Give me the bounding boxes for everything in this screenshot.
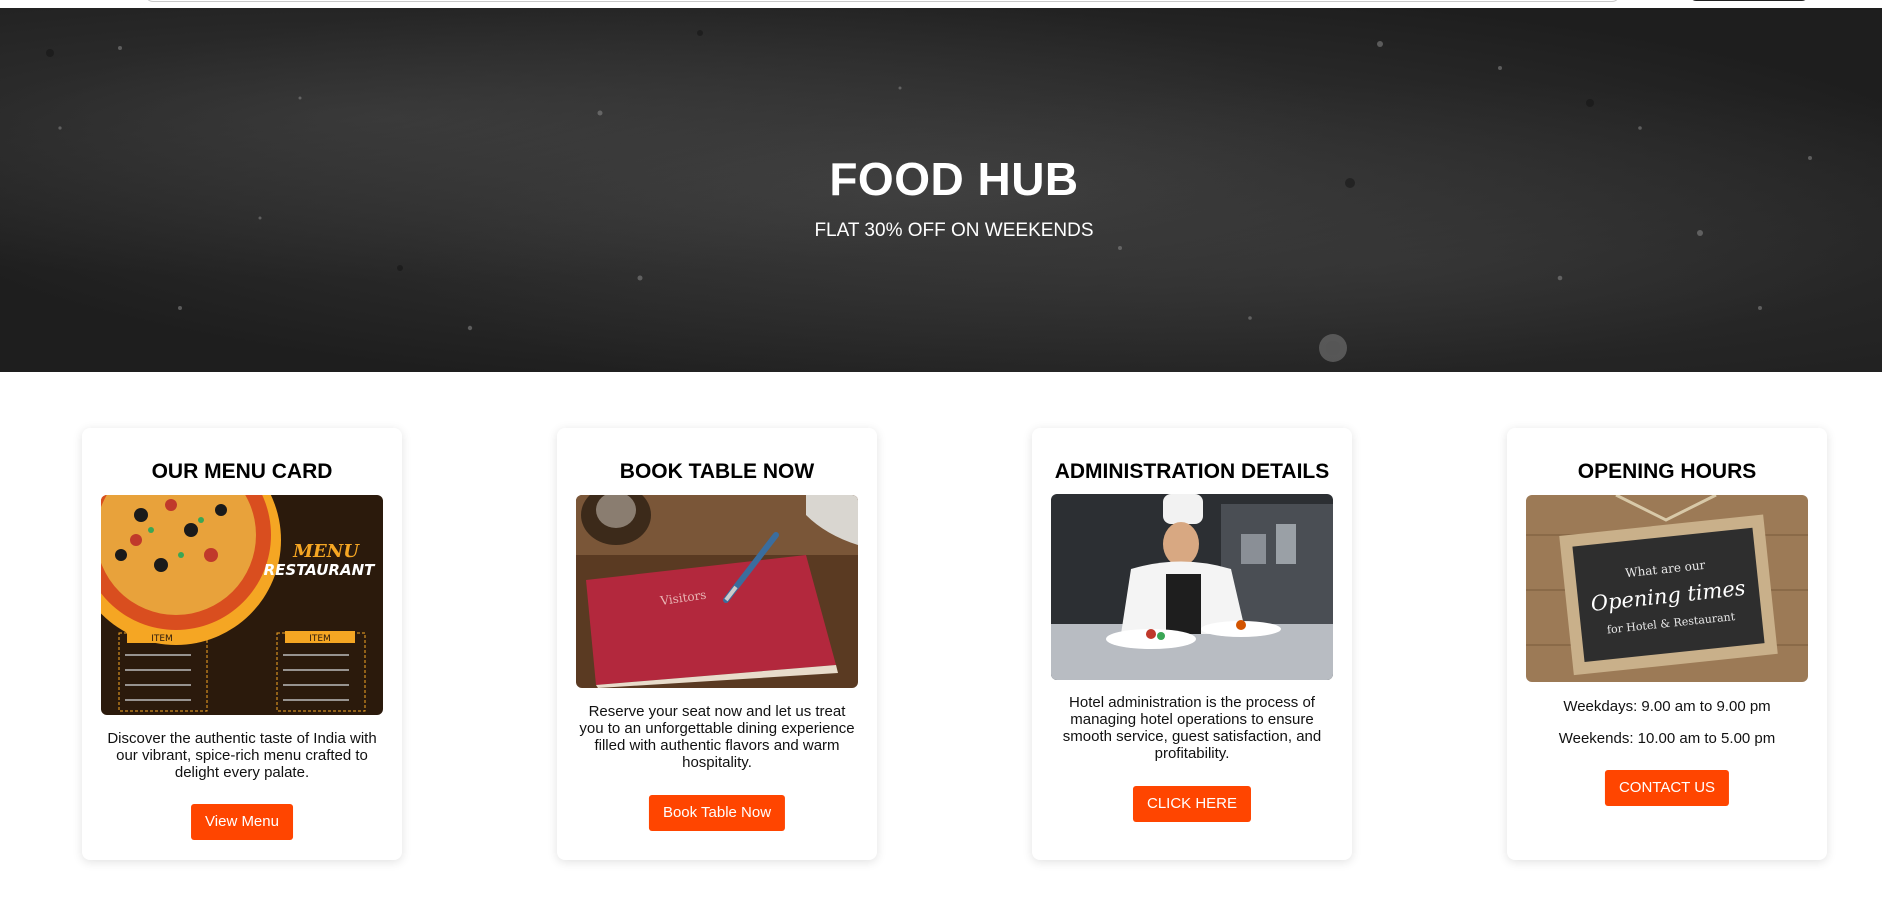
opening-times-chalkboard-image: What are our Opening times for Hotel & R…	[1526, 495, 1808, 682]
top-button-edge[interactable]	[1690, 0, 1808, 1]
card-title: OPENING HOURS	[1577, 460, 1757, 483]
card-title: BOOK TABLE NOW	[619, 460, 815, 483]
search-bar-edge[interactable]	[145, 0, 1620, 2]
chef-image-graphic	[1051, 494, 1333, 680]
card-title: ADMINISTRATION DETAILS	[1054, 460, 1330, 483]
weekends-hours: Weekends: 10.00 am to 5.00 pm	[1558, 730, 1776, 747]
card-description: Discover the authentic taste of India wi…	[107, 730, 377, 781]
svg-text:MENU: MENU	[292, 541, 360, 562]
view-menu-button[interactable]: View Menu	[191, 804, 293, 840]
restaurant-menu-pizza-image: MENU RESTAURANT ITEM ITEM	[101, 495, 383, 715]
top-bar-edge	[0, 0, 1882, 8]
weekdays-hours: Weekdays: 9.00 am to 9.00 pm	[1563, 698, 1771, 715]
visitors-book-graphic: Visitors	[576, 495, 858, 688]
card-title: OUR MENU CARD	[151, 460, 333, 483]
administration-card: ADMINISTRATION DETAILS Hotel administrat…	[1032, 428, 1352, 860]
svg-text:ITEM: ITEM	[151, 634, 173, 644]
card-description: Reserve your seat now and let us treat y…	[579, 703, 855, 771]
chef-plating-image	[1051, 494, 1333, 680]
hero-banner: FOOD HUB FLAT 30% OFF ON WEEKENDS	[0, 8, 1882, 372]
opening-hours-card: OPENING HOURS What are our Opening times…	[1507, 428, 1827, 860]
book-table-card: BOOK TABLE NOW Visitors Reserve your sea…	[557, 428, 877, 860]
chalkboard-sign-graphic: What are our Opening times for Hotel & R…	[1526, 495, 1808, 682]
svg-text:ITEM: ITEM	[309, 634, 331, 644]
card-description: Hotel administration is the process of m…	[1062, 694, 1322, 762]
svg-text:RESTAURANT: RESTAURANT	[264, 561, 376, 579]
menu-card: OUR MENU CARD MENU RESTAURANT ITEM ITEM …	[82, 428, 402, 860]
hero-title: FOOD HUB	[829, 153, 1079, 205]
click-here-button[interactable]: CLICK HERE	[1132, 786, 1252, 822]
contact-us-button[interactable]: CONTACT US	[1604, 770, 1730, 806]
book-table-button[interactable]: Book Table Now	[648, 795, 786, 831]
hero-subtitle: FLAT 30% OFF ON WEEKENDS	[814, 220, 1094, 241]
menu-image-graphic: MENU RESTAURANT ITEM ITEM	[101, 495, 383, 715]
visitors-book-image: Visitors	[576, 495, 858, 688]
